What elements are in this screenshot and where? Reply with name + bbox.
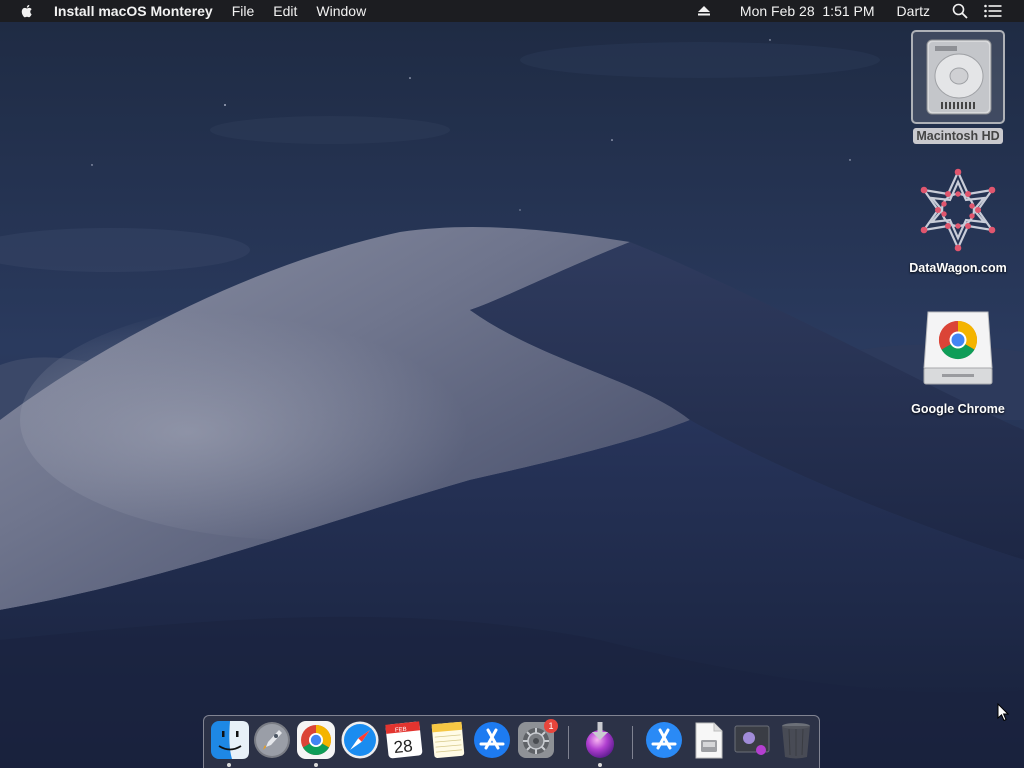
- calendar-month: FEB: [395, 727, 407, 734]
- applications-folder-icon[interactable]: [644, 720, 684, 760]
- selection-frame: [911, 30, 1005, 124]
- wallpaper: [0, 0, 1024, 768]
- dock: FEB 28 1: [203, 715, 820, 768]
- chrome-icon[interactable]: [296, 720, 336, 760]
- notification-badge: 1: [544, 719, 558, 733]
- menu-user[interactable]: Dartz: [897, 3, 930, 19]
- desktop-screen: Install macOS Monterey File Edit Window …: [0, 0, 1024, 768]
- desktop-label-datawagon: DataWagon.com: [909, 261, 1007, 275]
- dock-separator: [568, 726, 569, 759]
- launchpad-icon[interactable]: [252, 720, 292, 760]
- finder-icon[interactable]: [210, 720, 250, 760]
- menu-file[interactable]: File: [232, 3, 255, 19]
- desktop-icon-google-chrome[interactable]: Google Chrome: [903, 308, 1013, 418]
- mouse-cursor: [997, 703, 1009, 722]
- apple-menu-icon[interactable]: [18, 2, 36, 20]
- spotlight-search-icon[interactable]: [952, 3, 968, 19]
- desktop-label-macintosh-hd: Macintosh HD: [913, 128, 1003, 144]
- running-indicator: [598, 763, 602, 767]
- hard-drive-icon: [926, 39, 992, 115]
- notes-icon[interactable]: [428, 720, 468, 760]
- dock-separator: [632, 726, 633, 759]
- calendar-icon[interactable]: FEB 28: [384, 720, 424, 760]
- running-indicator: [227, 763, 231, 767]
- eject-icon[interactable]: [697, 6, 710, 16]
- install-macos-icon[interactable]: [580, 720, 620, 760]
- chrome-disk-image-icon: [923, 311, 993, 385]
- desktop-label-google-chrome: Google Chrome: [911, 402, 1005, 416]
- calendar-day: 28: [393, 736, 414, 757]
- safari-icon[interactable]: [340, 720, 380, 760]
- menu-window[interactable]: Window: [316, 3, 366, 19]
- trash-icon[interactable]: [776, 720, 816, 760]
- app-store-icon[interactable]: [472, 720, 512, 760]
- menu-bar: Install macOS Monterey File Edit Window …: [0, 0, 1024, 22]
- notification-center-icon[interactable]: [984, 4, 1002, 18]
- menu-edit[interactable]: Edit: [273, 3, 297, 19]
- menu-app-name[interactable]: Install macOS Monterey: [54, 3, 213, 19]
- desktop-icon-macintosh-hd[interactable]: Macintosh HD: [903, 30, 1013, 145]
- document-icon[interactable]: [688, 720, 728, 760]
- datawagon-disk-icon: [920, 168, 996, 252]
- running-indicator: [314, 763, 318, 767]
- menu-datetime[interactable]: Mon Feb 28 1:51 PM: [740, 3, 875, 19]
- screenshot-icon[interactable]: [732, 720, 772, 760]
- desktop-icon-datawagon[interactable]: DataWagon.com: [903, 166, 1013, 277]
